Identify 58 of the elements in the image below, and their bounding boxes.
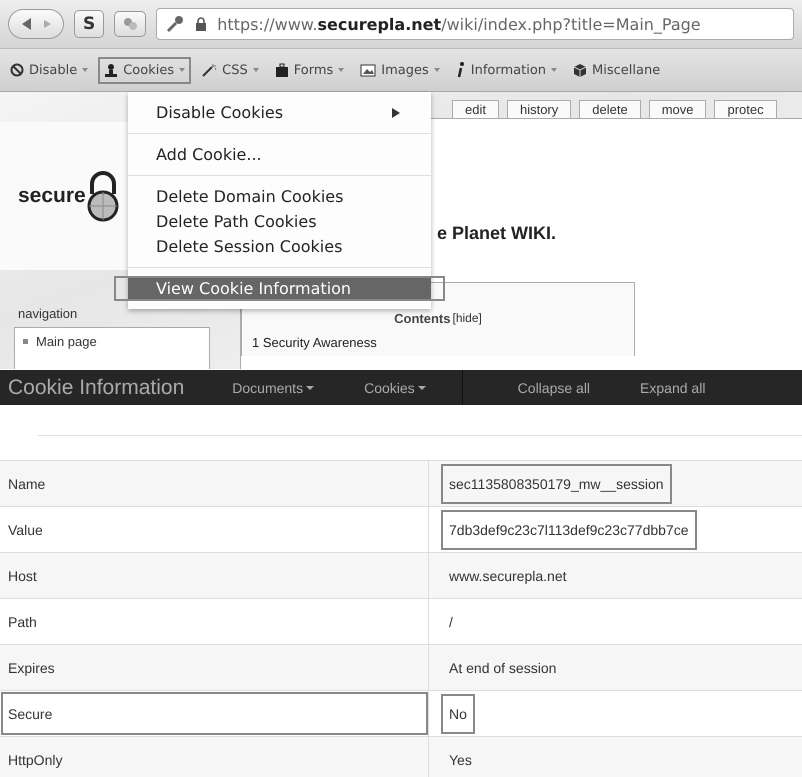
toolbar-menu-button[interactable]: CSS (195, 56, 265, 84)
field-value-cell-text: At end of session (448, 658, 558, 678)
page-tab[interactable]: move (648, 100, 706, 118)
field-name-cell: Expires (0, 645, 429, 690)
no-entry-icon (10, 63, 24, 77)
panel-menu-link[interactable]: Documents (232, 380, 314, 396)
field-value-cell-text: / (448, 612, 454, 632)
field-name-cell: Host (0, 553, 429, 598)
navigation-heading: navigation (17, 306, 78, 320)
field-value-cell-text: www.securepla.net (448, 566, 568, 586)
wand-icon (201, 63, 218, 77)
contents-link[interactable]: 1 Security Awareness (252, 335, 377, 350)
field-value-cell: No (441, 694, 475, 734)
menu-item[interactable]: Disable Cookies (128, 102, 431, 123)
menu-item[interactable]: Delete Path Cookies (128, 211, 431, 232)
field-name-cell: HttpOnly (0, 737, 429, 777)
briefcase-icon (274, 63, 289, 77)
toolbar-menu-button[interactable]: Information (450, 56, 564, 84)
menu-item[interactable]: Delete Session Cookies (128, 236, 431, 257)
page-tab[interactable]: delete (579, 100, 641, 118)
menu-item[interactable]: View Cookie Information (128, 278, 431, 299)
url-text: https://www.securepla.net/wiki/index.php?title=Main_Page (217, 14, 701, 34)
page-tab[interactable]: protec (714, 100, 777, 118)
field-name-cell: Path (0, 599, 429, 644)
panel-menu-link[interactable]: Expand all (640, 380, 706, 396)
toolbar-menu-button[interactable]: Disable (4, 56, 94, 84)
contents-title: Contents (394, 311, 450, 326)
toolbar-menu-button[interactable]: Miscellane (567, 56, 666, 84)
page-heading: e Planet WIKI. (437, 223, 558, 244)
info-icon (456, 62, 466, 78)
lock-icon (195, 17, 208, 31)
toolbar-menu-button[interactable]: Forms (268, 56, 350, 84)
cube-icon (573, 63, 588, 77)
toolbar-menu-button[interactable]: Cookies (98, 56, 192, 84)
extension-button[interactable] (114, 11, 146, 37)
image-icon (360, 64, 376, 76)
hide-link[interactable]: [hide] (452, 311, 482, 326)
panel-menu-link[interactable]: Collapse all (518, 380, 590, 396)
logo-text: secure (18, 184, 86, 208)
padlock-globe-icon (86, 170, 120, 222)
field-name-cell: Name (0, 461, 429, 506)
panel-title: Cookie Information (8, 376, 184, 400)
page-tab[interactable]: edit (452, 100, 499, 118)
s-button[interactable]: S (74, 10, 104, 38)
panel-menu-link[interactable]: Cookies (364, 380, 426, 396)
circles-icon (122, 16, 138, 32)
field-value-cell: 7db3def9c23c7l113def9c23c77dbb7ce (441, 510, 697, 550)
field-value-cell-text: Yes (448, 750, 473, 770)
menu-item[interactable]: Add Cookie... (128, 144, 431, 165)
page-tab[interactable]: history (506, 100, 572, 118)
field-name-cell: Secure (0, 691, 429, 736)
address-bar[interactable]: https://www.securepla.net/wiki/index.php?title=Main_Page (156, 8, 794, 40)
field-name-cell: Value (0, 507, 429, 552)
back-forward-buttons[interactable] (8, 9, 64, 39)
navigation-link[interactable]: Main page (23, 334, 201, 348)
field-value-cell: sec1135808350179_mw__session (441, 464, 672, 504)
toolbar-menu-button[interactable]: Images (354, 56, 446, 84)
menu-item[interactable]: Delete Domain Cookies (128, 186, 431, 207)
